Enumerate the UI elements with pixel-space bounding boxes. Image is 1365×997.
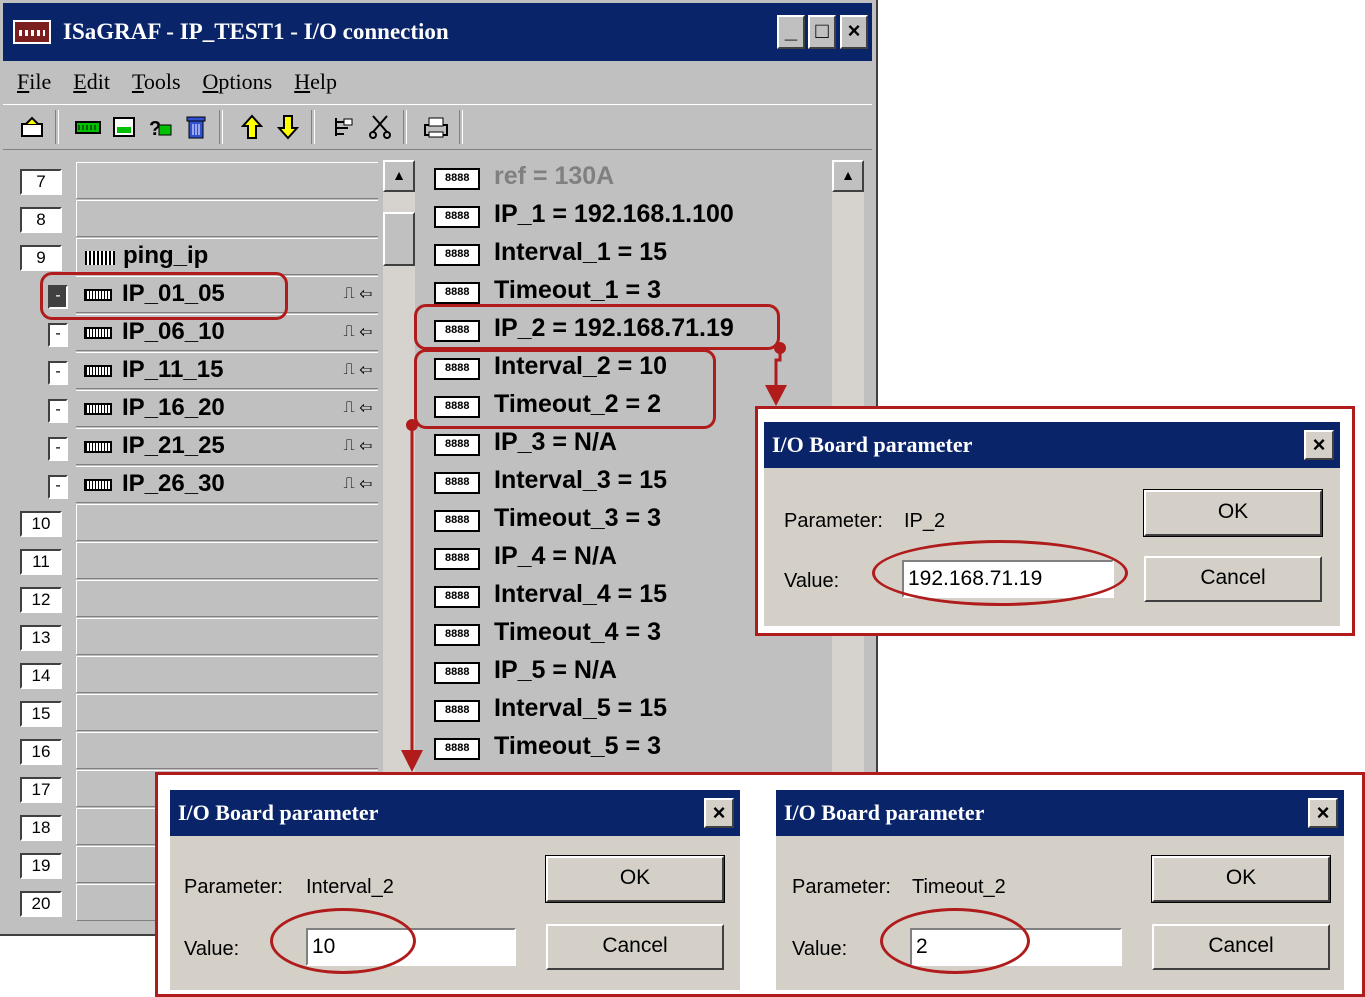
ok-button[interactable]: OK: [1151, 855, 1331, 903]
dialog-title: I/O Board parameter: [784, 800, 985, 825]
parameter-label: Parameter:: [184, 876, 283, 898]
dialog-close-button[interactable]: ×: [1304, 430, 1334, 460]
value-label: Value:: [792, 938, 848, 960]
highlight-value-interval-2: [270, 908, 416, 974]
parameter-name: IP_2: [904, 510, 946, 532]
dialog-close-button[interactable]: ×: [1308, 798, 1338, 828]
cancel-button[interactable]: Cancel: [1152, 924, 1330, 970]
value-label: Value:: [184, 938, 240, 960]
ok-button[interactable]: OK: [545, 855, 725, 903]
dialog-title-bar[interactable]: I/O Board parameter ×: [764, 422, 1340, 468]
dialog-close-button[interactable]: ×: [704, 798, 734, 828]
dialog-title-bar[interactable]: I/O Board parameter ×: [170, 790, 740, 836]
ok-button[interactable]: OK: [1143, 489, 1323, 537]
highlight-value-timeout-2: [880, 908, 1030, 974]
cancel-button[interactable]: Cancel: [546, 924, 724, 970]
io-board-parameter-dialog-interval-2: I/O Board parameter × Parameter: Interva…: [170, 790, 740, 990]
io-board-parameter-dialog-timeout-2: I/O Board parameter × Parameter: Timeout…: [776, 790, 1344, 990]
parameter-name: Interval_2: [306, 876, 394, 898]
dialog-title: I/O Board parameter: [178, 800, 379, 825]
dialog-title-bar[interactable]: I/O Board parameter ×: [776, 790, 1344, 836]
highlight-value-ip-2: [872, 540, 1128, 606]
dialog-title: I/O Board parameter: [772, 432, 973, 457]
parameter-label: Parameter:: [784, 510, 883, 532]
value-label: Value:: [784, 570, 840, 592]
parameter-label: Parameter:: [792, 876, 891, 898]
cancel-button[interactable]: Cancel: [1144, 556, 1322, 602]
parameter-name: Timeout_2: [912, 876, 1006, 898]
